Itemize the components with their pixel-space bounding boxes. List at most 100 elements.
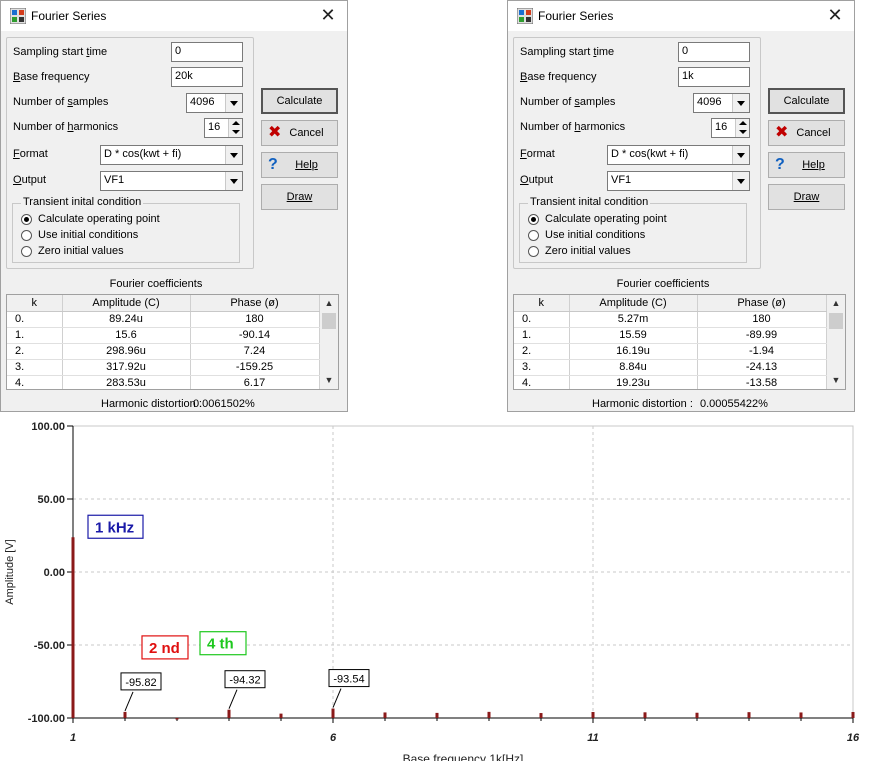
table-row[interactable]: 1. 15.59 -89.99	[514, 327, 827, 344]
radio-label: Zero initial values	[545, 245, 631, 257]
cell-k: 1.	[514, 327, 570, 344]
radio-calculate-operating-point[interactable]: Calculate operating point	[528, 213, 748, 227]
table-row[interactable]: 4. 283.53u 6.17	[7, 375, 320, 389]
format-label: Format	[520, 148, 555, 160]
coefficients-table: k Amplitude (C) Phase (ø) 0. 89.24u 180 1.…	[7, 295, 320, 389]
spin-up-icon[interactable]	[232, 121, 240, 125]
base-frequency-input[interactable]: 1k	[678, 67, 750, 87]
format-select[interactable]: D * cos(kwt + fi)	[607, 145, 750, 165]
sampling-start-time-input[interactable]: 0	[171, 42, 243, 62]
radio-unchecked-icon[interactable]	[528, 246, 539, 257]
spectrum-bar	[227, 709, 231, 718]
table-row[interactable]: 0. 89.24u 180	[7, 311, 320, 328]
close-button[interactable]: ✕	[317, 5, 339, 27]
scroll-thumb[interactable]	[322, 313, 336, 329]
y-tick-label: -100.00	[28, 713, 65, 725]
coefficients-table-frame: k Amplitude (C) Phase (ø) 0. 5.27m 180 1. 1…	[513, 294, 846, 390]
help-button[interactable]: ? Help	[261, 152, 338, 178]
radio-label: Calculate operating point	[38, 213, 160, 225]
app-icon	[517, 8, 533, 24]
radio-unchecked-icon[interactable]	[21, 246, 32, 257]
radio-label: Use initial conditions	[545, 229, 646, 241]
cancel-button[interactable]: ✖ Cancel	[768, 120, 845, 146]
radio-calculate-operating-point[interactable]: Calculate operating point	[21, 213, 241, 227]
chevron-down-icon[interactable]	[225, 146, 242, 164]
col-amplitude-header: Amplitude (C)	[569, 295, 698, 312]
fourier-series-dialog-1k: Fourier Series ✕ Sampling start time 0 B…	[507, 0, 855, 412]
spectrum-bar	[435, 712, 439, 718]
sampling-start-time-input[interactable]: 0	[678, 42, 750, 62]
radio-zero-initial-values[interactable]: Zero initial values	[528, 245, 748, 259]
output-select[interactable]: VF1	[607, 171, 750, 191]
table-scrollbar[interactable]: ▲ ▼	[827, 295, 845, 389]
draw-button[interactable]: Draw	[768, 184, 845, 210]
number-of-harmonics-stepper[interactable]: 16	[711, 118, 750, 138]
radio-use-initial-conditions[interactable]: Use initial conditions	[21, 229, 241, 243]
close-button[interactable]: ✕	[824, 5, 846, 27]
table-scrollbar[interactable]: ▲ ▼	[320, 295, 338, 389]
cell-phase: -159.25	[190, 359, 320, 376]
table-row[interactable]: 3. 317.92u -159.25	[7, 359, 320, 376]
spin-buttons[interactable]	[228, 119, 242, 137]
chevron-down-icon[interactable]	[732, 94, 749, 112]
cell-amplitude: 317.92u	[62, 359, 191, 376]
number-of-harmonics-stepper[interactable]: 16	[204, 118, 243, 138]
sampling-start-time-label: Sampling start time	[13, 46, 108, 58]
radio-unchecked-icon[interactable]	[528, 230, 539, 241]
cell-k: 4.	[7, 375, 63, 389]
radio-checked-icon[interactable]	[21, 214, 32, 225]
col-k-header: k	[514, 295, 570, 312]
cell-amplitude: 16.19u	[569, 343, 698, 360]
chevron-down-icon[interactable]	[225, 172, 242, 190]
spin-down-icon[interactable]	[232, 130, 240, 134]
cell-phase: 180	[697, 311, 827, 328]
cancel-button[interactable]: ✖ Cancel	[261, 120, 338, 146]
format-select[interactable]: D * cos(kwt + fi)	[100, 145, 243, 165]
calculate-button[interactable]: Calculate	[768, 88, 845, 114]
format-label: Format	[13, 148, 48, 160]
spectrum-bar	[643, 712, 647, 718]
radio-unchecked-icon[interactable]	[21, 230, 32, 241]
number-of-samples-select[interactable]: 4096	[186, 93, 243, 113]
scroll-down-icon[interactable]: ▼	[324, 375, 334, 385]
output-select[interactable]: VF1	[100, 171, 243, 191]
x-tick-label: 16	[847, 732, 860, 744]
help-button[interactable]: ? Help	[768, 152, 845, 178]
spectrum-bar	[383, 712, 387, 718]
base-frequency-label: Base frequency	[13, 71, 90, 83]
spin-up-icon[interactable]	[739, 121, 747, 125]
cell-k: 0.	[7, 311, 63, 328]
spectrum-bar	[539, 713, 543, 718]
table-row[interactable]: 1. 15.6 -90.14	[7, 327, 320, 344]
chevron-down-icon[interactable]	[732, 172, 749, 190]
spin-buttons[interactable]	[735, 119, 749, 137]
spectrum-bar	[331, 708, 335, 718]
table-row[interactable]: 4. 19.23u -13.58	[514, 375, 827, 389]
chevron-down-icon[interactable]	[732, 146, 749, 164]
spectrum-bar	[851, 712, 855, 718]
col-k-header: k	[7, 295, 63, 312]
cell-phase: -90.14	[190, 327, 320, 344]
base-frequency-input[interactable]: 20k	[171, 67, 243, 87]
draw-button[interactable]: Draw	[261, 184, 338, 210]
scroll-down-icon[interactable]: ▼	[831, 375, 841, 385]
base-frequency-label: Base frequency	[520, 71, 597, 83]
table-row[interactable]: 0. 5.27m 180	[514, 311, 827, 328]
scroll-up-icon[interactable]: ▲	[831, 298, 841, 308]
table-row[interactable]: 2. 16.19u -1.94	[514, 343, 827, 360]
table-row[interactable]: 2. 298.96u 7.24	[7, 343, 320, 360]
scroll-thumb[interactable]	[829, 313, 843, 329]
radio-checked-icon[interactable]	[528, 214, 539, 225]
calculate-button[interactable]: Calculate	[261, 88, 338, 114]
cell-amplitude: 89.24u	[62, 311, 191, 328]
number-of-samples-label: Number of samples	[520, 96, 616, 108]
radio-zero-initial-values[interactable]: Zero initial values	[21, 245, 241, 259]
spin-down-icon[interactable]	[739, 130, 747, 134]
radio-use-initial-conditions[interactable]: Use initial conditions	[528, 229, 748, 243]
number-of-samples-label: Number of samples	[13, 96, 109, 108]
value-label: -93.54	[333, 674, 364, 686]
table-row[interactable]: 3. 8.84u -24.13	[514, 359, 827, 376]
chevron-down-icon[interactable]	[225, 94, 242, 112]
number-of-samples-select[interactable]: 4096	[693, 93, 750, 113]
scroll-up-icon[interactable]: ▲	[324, 298, 334, 308]
